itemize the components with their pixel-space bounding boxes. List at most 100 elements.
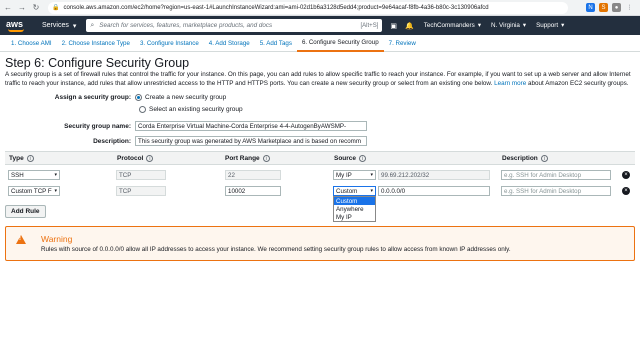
chevron-down-icon: ▾ [54, 188, 57, 194]
support-label: Support [536, 22, 559, 29]
protocol-field: TCP [116, 186, 166, 196]
col-description: Description i [502, 155, 548, 162]
services-menu-button[interactable]: Services ▾ [42, 22, 76, 30]
warning-icon: ! [16, 235, 26, 244]
caret-down-icon: ▾ [477, 22, 481, 29]
url-text: console.aws.amazon.com/ec2/home?region=u… [63, 4, 489, 11]
port-range-input[interactable]: 10002 [225, 186, 281, 196]
add-rule-button[interactable]: Add Rule [5, 205, 46, 218]
name-label: Security group name: [64, 122, 131, 130]
terminal-icon[interactable]: ▣ [390, 22, 397, 30]
radio-create-new[interactable] [135, 94, 142, 101]
rule-description-input[interactable]: e.g. SSH for Admin Desktop [501, 186, 611, 196]
intro-text: A security group is a set of firewall ru… [5, 71, 635, 88]
security-group-name-input[interactable]: Corda Enterprise Virtual Machine-Corda E… [135, 121, 367, 131]
search-input[interactable]: ⌕ Search for services, features, marketp… [86, 19, 383, 32]
region-name: N. Virginia [490, 22, 520, 29]
profile-icon[interactable]: ● [612, 3, 621, 12]
source-option-custom[interactable]: Custom [334, 197, 375, 205]
tab-add-storage[interactable]: 4. Add Storage [204, 35, 255, 52]
lock-icon: 🔒 [52, 5, 60, 11]
source-select[interactable]: My IP ▾ [333, 170, 376, 180]
back-icon[interactable]: ← [2, 2, 14, 14]
account-name: TechCommanders [423, 22, 475, 29]
col-type-label: Type [9, 155, 24, 162]
radio-create-new-label[interactable]: Create a new security group [145, 94, 226, 101]
info-icon[interactable]: i [359, 155, 367, 162]
caret-down-icon: ▾ [522, 22, 527, 29]
security-group-description-input[interactable]: This security group was generated by AWS… [135, 136, 367, 146]
source-option-anywhere[interactable]: Anywhere [334, 205, 375, 213]
port-range-field: 22 [225, 170, 281, 180]
services-label: Services [42, 22, 69, 29]
col-source-label: Source [334, 155, 357, 162]
tab-add-tags[interactable]: 5. Add Tags [255, 35, 297, 52]
assign-row-existing: Select an existing security group [139, 106, 243, 113]
warning-alert: ! Warning Rules with source of 0.0.0.0/0… [5, 226, 635, 261]
region-menu[interactable]: N. Virginia ▾ [491, 22, 526, 29]
type-select[interactable]: SSH ▾ [8, 170, 60, 180]
tab-configure-security-group[interactable]: 6. Configure Security Group [296, 35, 384, 52]
col-protocol-label: Protocol [117, 155, 144, 162]
chevron-down-icon: ▾ [370, 172, 373, 178]
info-icon[interactable]: i [146, 155, 154, 162]
address-bar[interactable]: 🔒 console.aws.amazon.com/ec2/home?region… [48, 1, 568, 14]
menu-icon[interactable]: ⋮ [625, 3, 634, 12]
source-dropdown-list: Custom Anywhere My IP [333, 196, 376, 222]
aws-top-nav: aws Services ▾ ⌕ Search for services, fe… [0, 16, 640, 35]
name-row: Security group name: Corda Enterprise Vi… [5, 121, 367, 131]
rules-table-header: Type i Protocol i Port Range i Source i … [5, 151, 635, 165]
intro-tail: about Amazon EC2 security groups. [528, 79, 629, 87]
col-type: Type i [9, 155, 34, 162]
rule-description-input[interactable]: e.g. SSH for Admin Desktop [501, 170, 611, 180]
aws-logo[interactable]: aws [6, 19, 28, 33]
info-icon[interactable]: i [26, 155, 34, 162]
source-option-my-ip[interactable]: My IP [334, 213, 375, 221]
radio-select-existing-label[interactable]: Select an existing security group [149, 106, 243, 113]
assign-label: Assign a security group: [54, 94, 131, 101]
chevron-down-icon: ▾ [370, 188, 373, 194]
type-value: Custom TCP F [11, 187, 52, 195]
bell-icon[interactable]: 🔔 [405, 22, 414, 30]
source-select[interactable]: Custom ▾ [333, 186, 376, 196]
source-mode-value: My IP [336, 171, 352, 179]
info-icon[interactable]: i [262, 155, 270, 162]
warning-text: Rules with source of 0.0.0.0/0 allow all… [41, 246, 511, 253]
chevron-down-icon: ▾ [54, 172, 57, 178]
learn-more-link[interactable]: Learn more [494, 80, 526, 87]
description-label: Description: [93, 137, 131, 145]
account-menu[interactable]: TechCommanders ▾ [424, 22, 481, 29]
remove-rule-icon[interactable]: × [622, 187, 630, 195]
extension-icon[interactable]: S [599, 3, 608, 12]
source-cidr-input[interactable]: 0.0.0.0/0 [378, 186, 490, 196]
description-row: Description: This security group was gen… [5, 136, 367, 146]
tab-choose-instance-type[interactable]: 2. Choose Instance Type [57, 35, 135, 52]
radio-select-existing[interactable] [139, 106, 146, 113]
caret-down-icon: ▾ [561, 22, 565, 29]
tab-review[interactable]: 7. Review [384, 35, 421, 52]
search-shortcut: [Alt+S] [360, 22, 379, 29]
warning-title: Warning [41, 234, 73, 244]
aws-logo-text: aws [6, 18, 24, 29]
col-port-range: Port Range i [225, 155, 270, 162]
source-mode-value: Custom [336, 187, 358, 195]
reload-icon[interactable]: ↻ [30, 2, 42, 14]
col-protocol: Protocol i [117, 155, 154, 162]
info-icon[interactable]: i [540, 155, 548, 162]
forward-icon[interactable]: → [16, 2, 28, 14]
assign-row: Assign a security group: Create a new se… [5, 94, 226, 101]
wizard-steps: 1. Choose AMI 2. Choose Instance Type 3.… [0, 35, 640, 52]
col-port-range-label: Port Range [225, 155, 260, 162]
search-placeholder: Search for services, features, marketpla… [99, 22, 273, 29]
browser-toolbar: ← → ↻ 🔒 console.aws.amazon.com/ec2/home?… [0, 0, 640, 16]
remove-rule-icon[interactable]: × [622, 171, 630, 179]
source-cidr-input[interactable]: 99.69.212.202/32 [378, 170, 490, 180]
tab-choose-ami[interactable]: 1. Choose AMI [6, 35, 57, 52]
search-icon: ⌕ [90, 21, 95, 29]
type-select[interactable]: Custom TCP F ▾ [8, 186, 60, 196]
col-description-label: Description [502, 155, 538, 162]
support-menu[interactable]: Support ▾ [536, 22, 564, 29]
tab-configure-instance[interactable]: 3. Configure Instance [135, 35, 204, 52]
protocol-field: TCP [116, 170, 166, 180]
extension-icon[interactable]: N [586, 3, 595, 12]
